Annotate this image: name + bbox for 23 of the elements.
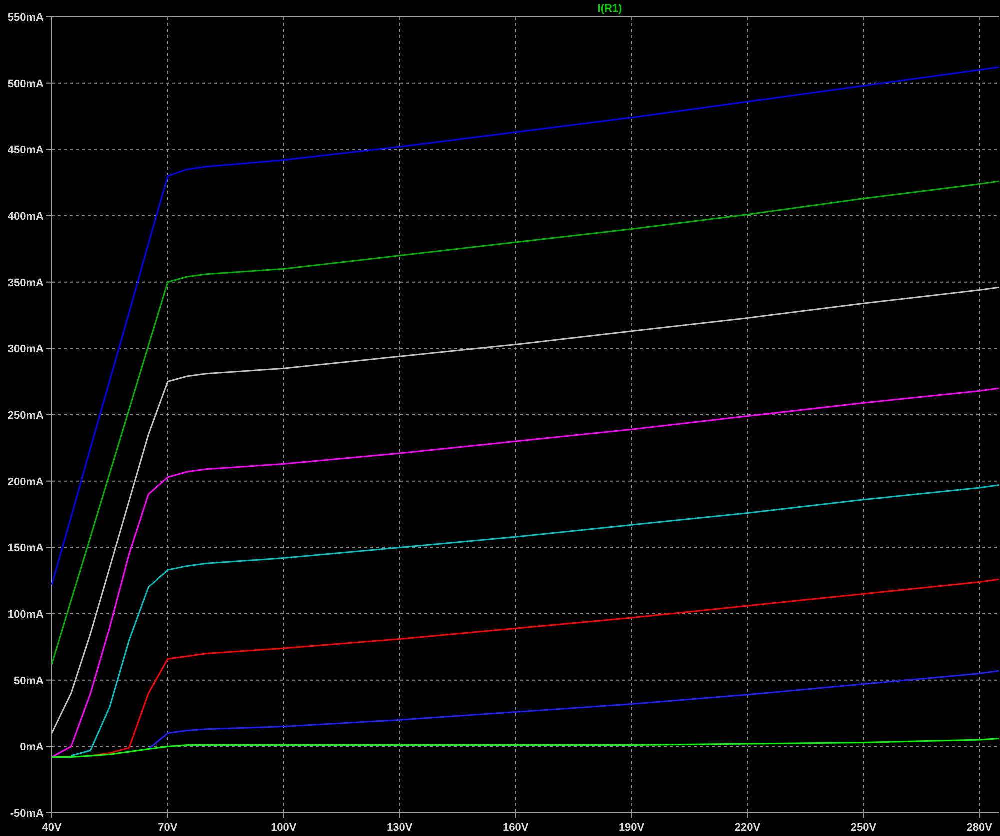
chart-title: I(R1): [598, 3, 622, 15]
x-tick-label: 100V: [271, 822, 297, 834]
y-tick-label: 450mA: [8, 144, 44, 157]
x-tick-label: 250V: [850, 822, 877, 834]
y-tick-label: 300mA: [8, 344, 44, 356]
y-tick-label: -50mA: [10, 808, 44, 820]
y-tick-label: 50mA: [14, 675, 44, 688]
y-tick-label: 350mA: [8, 277, 44, 290]
x-tick-label: 220V: [734, 822, 761, 834]
x-tick-label: 40V: [42, 822, 62, 834]
x-tick-label: 280V: [966, 822, 993, 834]
x-tick-label: 70V: [158, 822, 178, 834]
y-tick-label: 250mA: [8, 410, 44, 422]
y-tick-label: 400mA: [8, 211, 44, 223]
y-tick-label: 100mA: [8, 609, 44, 621]
y-tick-label: 150mA: [8, 542, 44, 555]
y-tick-label: 200mA: [8, 476, 44, 488]
y-tick-label: 550mA: [8, 12, 44, 24]
y-tick-label: 500mA: [8, 78, 44, 90]
y-tick-label: 0mA: [20, 742, 44, 754]
x-tick-label: 160V: [502, 822, 529, 834]
x-tick-label: 130V: [387, 822, 413, 834]
x-tick-label: 190V: [618, 822, 645, 834]
